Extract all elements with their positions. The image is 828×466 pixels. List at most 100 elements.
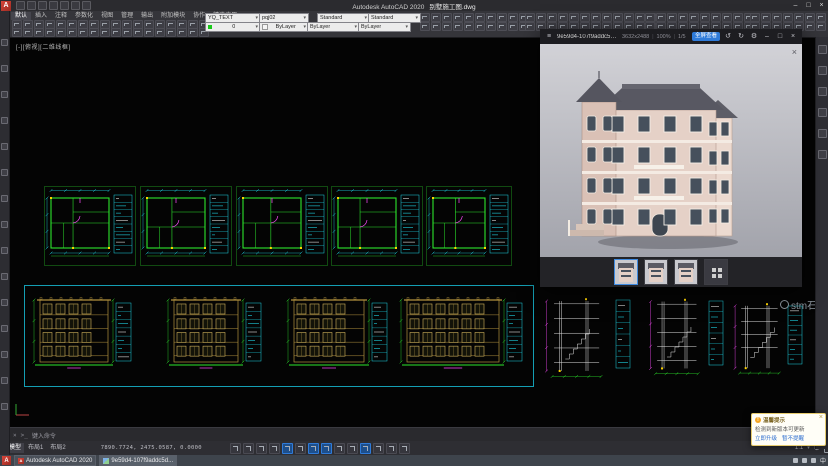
tool-icon[interactable] xyxy=(475,22,485,31)
left-tool-icon[interactable] xyxy=(1,65,8,72)
tool-icon[interactable] xyxy=(816,13,826,22)
viewer-minimize-button[interactable]: – xyxy=(762,29,772,44)
left-tool-icon[interactable] xyxy=(1,299,8,306)
replay-icon[interactable] xyxy=(82,1,91,10)
tool-icon[interactable] xyxy=(508,22,518,31)
viewer-settings-icon[interactable]: ⚙ xyxy=(749,29,759,44)
tool-icon[interactable] xyxy=(525,22,535,31)
viewer-close-button[interactable]: × xyxy=(788,29,798,44)
status-toggle-10[interactable] xyxy=(360,443,371,454)
status-toggle-9[interactable] xyxy=(347,443,358,454)
tool-icon[interactable] xyxy=(613,13,623,22)
command-prompt-text[interactable]: 键入命令 xyxy=(32,431,56,440)
command-line[interactable]: × >_ 键入命令 xyxy=(9,427,823,442)
section-detail-2[interactable] xyxy=(644,291,726,384)
tool-icon[interactable] xyxy=(580,13,590,22)
tool-icon[interactable] xyxy=(805,13,815,22)
ribbon-tab-3[interactable]: 参数化 xyxy=(71,12,97,20)
popup-close-icon[interactable]: × xyxy=(819,414,823,421)
elevation-1[interactable] xyxy=(30,291,134,384)
viewer-menu-icon[interactable]: ≡ xyxy=(544,29,554,44)
close-button[interactable]: × xyxy=(815,0,828,11)
tool-icon[interactable] xyxy=(442,13,452,22)
panel-tool-icon[interactable] xyxy=(818,45,827,54)
tool-icon[interactable] xyxy=(67,28,77,37)
rotate-right-icon[interactable]: ↻ xyxy=(736,29,746,44)
fullscreen-button[interactable]: 全屏查看 xyxy=(692,32,720,41)
tool-icon[interactable] xyxy=(667,13,677,22)
tool-icon[interactable] xyxy=(558,13,568,22)
status-toggle-3[interactable] xyxy=(269,443,280,454)
command-close-icon[interactable]: × xyxy=(13,432,17,439)
elevation-3[interactable] xyxy=(284,291,390,384)
tool-icon[interactable] xyxy=(133,28,143,37)
ime-indicator[interactable]: 中 xyxy=(820,456,826,465)
tool-icon[interactable] xyxy=(464,13,474,22)
viewer-maximize-button[interactable]: □ xyxy=(775,29,785,44)
tool-icon[interactable] xyxy=(453,13,463,22)
floor-plan-1[interactable] xyxy=(44,186,136,271)
layer-combo[interactable]: 0 ▾ xyxy=(205,22,261,32)
more-thumbnails[interactable] xyxy=(704,259,728,285)
print-icon[interactable] xyxy=(49,1,58,10)
panel-tool-icon[interactable] xyxy=(818,108,827,117)
ribbon-tab-5[interactable]: 管理 xyxy=(117,12,137,20)
lineweight-combo[interactable]: ByLayer ▾ xyxy=(358,22,411,32)
left-tool-icon[interactable] xyxy=(1,221,8,228)
tool-icon[interactable] xyxy=(678,13,688,22)
left-tool-icon[interactable] xyxy=(1,247,8,254)
tool-icon[interactable] xyxy=(547,13,557,22)
tool-icon[interactable] xyxy=(497,22,507,31)
tool-icon[interactable] xyxy=(420,22,430,31)
image-close-icon[interactable]: × xyxy=(792,47,797,57)
tool-icon[interactable] xyxy=(12,28,22,37)
tool-icon[interactable] xyxy=(144,28,154,37)
status-toggle-13[interactable] xyxy=(399,443,410,454)
popup-link-primary[interactable]: 立即升级 xyxy=(755,434,777,442)
left-tool-icon[interactable] xyxy=(1,117,8,124)
tool-icon[interactable] xyxy=(722,13,732,22)
left-tool-icon[interactable] xyxy=(1,39,8,46)
left-tool-icon[interactable] xyxy=(1,377,8,384)
panel-tool-icon[interactable] xyxy=(818,87,827,96)
save-icon[interactable] xyxy=(38,1,47,10)
tray-network-icon[interactable] xyxy=(793,458,798,463)
taskbar-autocad-icon[interactable]: A xyxy=(2,456,11,465)
tool-icon[interactable] xyxy=(475,13,485,22)
tool-icon[interactable] xyxy=(525,13,535,22)
left-tool-icon[interactable] xyxy=(1,325,8,332)
left-tool-icon[interactable] xyxy=(1,195,8,202)
thumbnail-3[interactable] xyxy=(674,259,698,285)
ribbon-tab-7[interactable]: 附加模块 xyxy=(157,12,189,20)
tool-icon[interactable] xyxy=(816,22,826,31)
popup-link-secondary[interactable]: 暂不提醒 xyxy=(782,434,804,442)
color-combo[interactable]: ByLayer ▾ xyxy=(259,22,309,32)
tool-icon[interactable] xyxy=(635,13,645,22)
tray-volume-icon[interactable] xyxy=(802,458,807,463)
layout-tab-1[interactable]: 布局1 xyxy=(25,443,46,453)
maximize-button[interactable]: □ xyxy=(802,0,815,11)
status-toggle-5[interactable] xyxy=(295,443,306,454)
status-toggle-12[interactable] xyxy=(386,443,397,454)
panel-tool-icon[interactable] xyxy=(818,150,827,159)
tool-icon[interactable] xyxy=(602,13,612,22)
tool-icon[interactable] xyxy=(111,28,121,37)
new-file-icon[interactable] xyxy=(16,1,25,10)
tool-icon[interactable] xyxy=(453,22,463,31)
tool-icon[interactable] xyxy=(497,13,507,22)
tool-icon[interactable] xyxy=(420,13,430,22)
tool-icon[interactable] xyxy=(431,13,441,22)
ribbon-tab-6[interactable]: 输出 xyxy=(137,12,157,20)
tool-icon[interactable] xyxy=(569,13,579,22)
autocad-logo-icon[interactable]: A xyxy=(1,1,11,11)
tool-icon[interactable] xyxy=(733,13,743,22)
tool-icon[interactable] xyxy=(761,13,771,22)
viewport-controls[interactable]: [-][俯视][二维线框] xyxy=(16,42,71,51)
tool-icon[interactable] xyxy=(34,28,44,37)
tool-icon[interactable] xyxy=(656,13,666,22)
tool-icon[interactable] xyxy=(805,22,815,31)
panel-tool-icon[interactable] xyxy=(818,66,827,75)
tool-icon[interactable] xyxy=(89,28,99,37)
taskbar-button-image[interactable]: 9e59d4-107f9addc5d... xyxy=(99,455,177,466)
floor-plan-5[interactable] xyxy=(426,186,512,271)
